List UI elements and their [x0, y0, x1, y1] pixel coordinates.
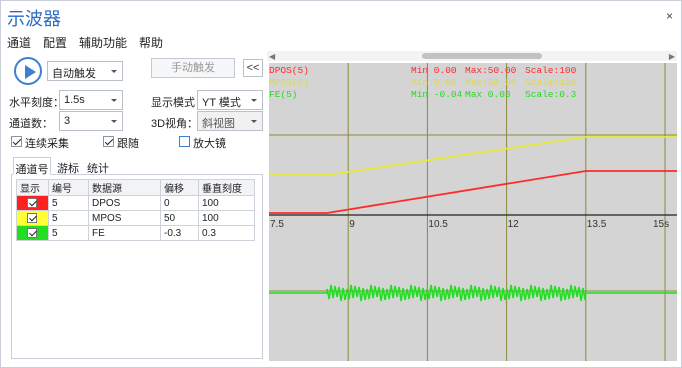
series-line-dpos: [269, 170, 677, 214]
menu-config[interactable]: 配置: [43, 34, 67, 50]
trigger-mode-select[interactable]: 自动触发: [47, 61, 123, 81]
row-vscale[interactable]: 0.3: [198, 225, 255, 241]
continuous-checkbox[interactable]: [11, 136, 22, 147]
display-mode-select[interactable]: YT 模式: [197, 90, 263, 110]
table-row[interactable]: 5 MPOS 50 100: [16, 210, 255, 226]
row-offset[interactable]: 50: [160, 210, 199, 226]
menu-bar: 通道 配置 辅助功能 帮助: [7, 34, 163, 50]
horizontal-scale-value: 1.5s: [64, 94, 85, 106]
title-bar: 示波器 ×: [1, 1, 681, 31]
table-header-row: 显示 编号 数据源 偏移 垂直刻度: [16, 179, 255, 196]
row-source: MPOS: [88, 210, 161, 226]
legend-max: Max 0.03: [465, 89, 511, 100]
row-source: FE: [88, 225, 161, 241]
x-tick-label: 10.5: [428, 219, 448, 230]
table-row[interactable]: 5 DPOS 0 100: [16, 195, 255, 211]
view3d-select[interactable]: 斜视图: [197, 111, 263, 131]
channel-count-label: 通道数：: [9, 118, 53, 130]
scope-plot[interactable]: 7.5 9 10.5 12 13.5 15s DPOS(5) Min 0.00 Max:50.0…: [269, 63, 677, 361]
tab-cursor[interactable]: 游标: [55, 157, 81, 175]
channel-count-select[interactable]: 3: [59, 111, 123, 131]
legend-scale: Scale:100: [525, 65, 577, 76]
col-header-offset: 偏移: [160, 179, 199, 196]
chevron-down-icon: [111, 99, 117, 102]
x-tick-label: 7.5: [270, 219, 284, 230]
show-checkbox[interactable]: [27, 228, 37, 238]
scope-svg: 7.5 9 10.5 12 13.5 15s DPOS(5) Min 0.00 Max:50.0…: [269, 63, 677, 361]
row-color-swatch[interactable]: [16, 210, 49, 226]
magnifier-label: 放大镜: [193, 138, 226, 150]
legend-name: DPOS(5): [269, 65, 309, 76]
channel-count-value: 3: [64, 115, 71, 127]
collapse-panel-button[interactable]: <<: [243, 59, 263, 77]
magnifier-checkbox[interactable]: [179, 136, 190, 147]
view3d-label: 3D视角：: [151, 118, 199, 130]
legend-min: Min 0.00: [411, 65, 457, 76]
legend-scale: Scale:100: [525, 77, 577, 88]
row-id: 5: [48, 225, 89, 241]
scroll-left-icon[interactable]: ◀: [269, 52, 275, 61]
table-row[interactable]: 5 FE -0.3 0.3: [16, 225, 255, 241]
legend-min: Min -0.04: [411, 89, 463, 100]
show-checkbox[interactable]: [27, 213, 37, 223]
chevron-down-icon: [251, 99, 257, 102]
scope-area: ◀ ▶ 7.5 9 10.5 12 13.5 15s DPOS(5) Min 0.00 Max:…: [267, 51, 677, 361]
oscilloscope-window: 示波器 × 通道 配置 辅助功能 帮助 自动触发 手动触发 << 水平刻度： 1…: [0, 0, 682, 368]
play-icon[interactable]: [14, 57, 42, 85]
series-line-mpos: [269, 136, 677, 176]
tab-channels[interactable]: 通道号: [13, 157, 51, 176]
channel-table-panel: 显示 编号 数据源 偏移 垂直刻度 5 DPOS 0 100 5 MPOS 50…: [11, 175, 263, 359]
row-color-swatch[interactable]: [16, 195, 49, 211]
legend-max: Max:50.00: [465, 65, 517, 76]
horizontal-scale-select[interactable]: 1.5s: [59, 90, 123, 110]
row-vscale[interactable]: 100: [198, 195, 255, 211]
manual-trigger-button[interactable]: 手动触发: [151, 58, 235, 78]
control-panel: 自动触发 手动触发 << 水平刻度： 1.5s 显示模式： YT 模式 通道数：…: [7, 53, 265, 359]
series-line-fe: [269, 284, 677, 302]
row-color-swatch[interactable]: [16, 225, 49, 241]
window-title: 示波器: [7, 9, 61, 30]
col-header-id: 编号: [48, 179, 89, 196]
chevron-down-icon: [111, 120, 117, 123]
row-offset[interactable]: 0: [160, 195, 199, 211]
legend-max: Max:50.00: [465, 77, 517, 88]
horizontal-scale-label: 水平刻度：: [9, 97, 64, 109]
show-checkbox[interactable]: [27, 198, 37, 208]
display-mode-value: YT 模式: [202, 97, 241, 109]
scrollbar-thumb[interactable]: [422, 53, 542, 59]
follow-label: 跟随: [117, 138, 139, 150]
menu-help[interactable]: 帮助: [139, 34, 163, 50]
scroll-right-icon[interactable]: ▶: [669, 52, 675, 61]
chevron-down-icon: [251, 120, 257, 123]
continuous-label: 连续采集: [25, 138, 69, 150]
row-id: 5: [48, 195, 89, 211]
menu-assist[interactable]: 辅助功能: [79, 34, 127, 50]
row-source: DPOS: [88, 195, 161, 211]
legend-name: FE(5): [269, 89, 298, 100]
legend-scale: Scale:0.3: [525, 89, 577, 100]
horizontal-scrollbar[interactable]: ◀ ▶: [267, 51, 677, 61]
col-header-source: 数据源: [88, 179, 161, 196]
trigger-mode-value: 自动触发: [52, 68, 96, 80]
tab-stats[interactable]: 统计: [85, 157, 111, 175]
menu-channel[interactable]: 通道: [7, 34, 31, 50]
follow-checkbox[interactable]: [103, 136, 114, 147]
col-header-vscale: 垂直刻度: [198, 179, 255, 196]
legend-name: MPOS(5): [269, 77, 309, 88]
chevron-down-icon: [111, 70, 117, 73]
view3d-value: 斜视图: [202, 118, 235, 130]
close-icon[interactable]: ×: [666, 9, 673, 23]
legend-min: Min 0.00: [411, 77, 457, 88]
row-id: 5: [48, 210, 89, 226]
row-offset[interactable]: -0.3: [160, 225, 199, 241]
x-tick-label: 15s: [653, 219, 669, 230]
panel-tabs: 通道号 游标 统计: [11, 157, 263, 176]
x-tick-label: 9: [349, 219, 355, 230]
x-tick-label: 12: [508, 219, 520, 230]
channel-table: 显示 编号 数据源 偏移 垂直刻度 5 DPOS 0 100 5 MPOS 50…: [16, 179, 255, 241]
x-tick-label: 13.5: [587, 219, 607, 230]
col-header-show: 显示: [16, 179, 49, 196]
row-vscale[interactable]: 100: [198, 210, 255, 226]
